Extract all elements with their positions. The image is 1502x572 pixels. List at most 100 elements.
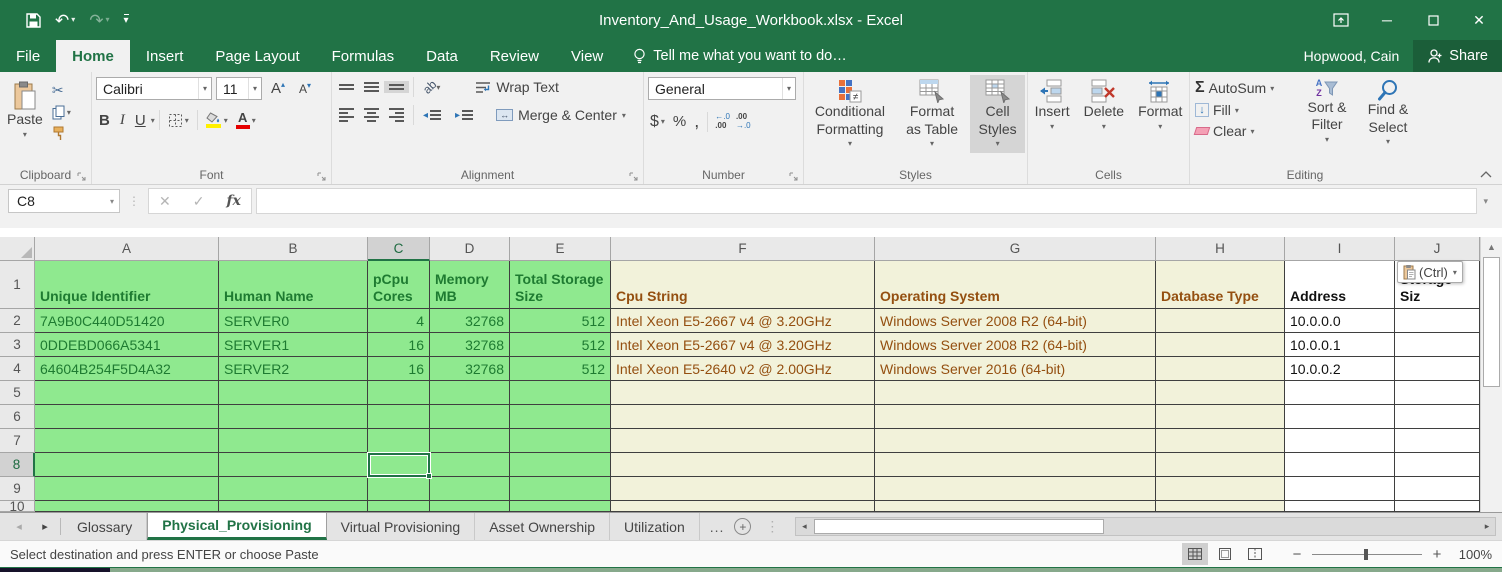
sheet-tab-asset-ownership[interactable]: Asset Ownership [475,513,610,540]
cell-h5[interactable] [1156,381,1285,405]
page-break-preview-button[interactable] [1242,543,1268,565]
zoom-slider-thumb[interactable] [1364,549,1368,560]
column-header-g[interactable]: G [875,237,1156,261]
ribbon-display-options-button[interactable] [1318,0,1364,40]
select-all-corner[interactable] [0,237,35,261]
cell-j7[interactable] [1395,429,1480,453]
cell-c8[interactable] [368,453,430,477]
alignment-dialog-launcher[interactable] [629,172,638,181]
cell-e8[interactable] [510,453,611,477]
ribbon-tab-data[interactable]: Data [410,40,474,72]
cancel-entry-button[interactable]: ✕ [159,193,171,210]
cell-h9[interactable] [1156,477,1285,501]
autosum-button[interactable]: ΣAutoSum▾ [1192,78,1296,98]
cell-j9[interactable] [1395,477,1480,501]
cell-b8[interactable] [219,453,368,477]
sheet-tab-utilization[interactable]: Utilization [610,513,700,540]
cell-g1[interactable]: Operating System [875,261,1156,309]
normal-view-button[interactable] [1182,543,1208,565]
cell-e1[interactable]: Total Storage Size [510,261,611,309]
cell-j5[interactable] [1395,381,1480,405]
format-as-table-button[interactable]: Format as Table ▾ [896,75,968,153]
increase-indent-button[interactable]: ▸ [450,107,482,124]
find-select-button[interactable]: Find & Select ▾ [1358,75,1418,151]
cell-a6[interactable] [35,405,219,429]
cell-i4[interactable]: 10.0.0.2 [1285,357,1395,381]
cell-d10[interactable] [430,501,510,512]
sheet-nav-right-arrow[interactable]: ▸ [32,513,58,540]
cell-d2[interactable]: 32768 [430,309,510,333]
conditional-formatting-button[interactable]: ≠ Conditional Formatting ▾ [806,75,894,153]
cell-d4[interactable]: 32768 [430,357,510,381]
column-header-i[interactable]: I [1285,237,1395,261]
maximize-button[interactable] [1410,0,1456,40]
cell-d9[interactable] [430,477,510,501]
cell-e3[interactable]: 512 [510,333,611,357]
cell-i9[interactable] [1285,477,1395,501]
cell-e2[interactable]: 512 [510,309,611,333]
cell-i10[interactable] [1285,501,1395,512]
undo-button[interactable]: ↶▾ [55,12,75,29]
cell-e7[interactable] [510,429,611,453]
cell-a2[interactable]: 7A9B0C440D51420 [35,309,219,333]
merge-center-button[interactable]: ↔ Merge & Center ▾ [492,105,630,125]
sheet-tab-glossary[interactable]: Glossary [63,513,147,540]
cell-j4[interactable] [1395,357,1480,381]
cell-styles-button[interactable]: Cell Styles ▾ [970,75,1025,153]
increase-font-size-button[interactable]: A▴ [266,78,290,99]
cell-c5[interactable] [368,381,430,405]
cell-d3[interactable]: 32768 [430,333,510,357]
ribbon-tab-review[interactable]: Review [474,40,555,72]
top-align-button[interactable] [334,81,359,93]
column-header-f[interactable]: F [611,237,875,261]
redo-button[interactable]: ↷▾ [89,12,109,29]
font-name-select[interactable]: Calibri▾ [96,77,212,100]
zoom-slider[interactable] [1312,554,1422,555]
scroll-up-arrow[interactable]: ▲ [1481,237,1502,256]
horizontal-scrollbar-thumb[interactable] [814,519,1104,534]
collapse-ribbon-button[interactable] [1480,171,1492,178]
cell-d8[interactable] [430,453,510,477]
cell-d1[interactable]: Memory MB [430,261,510,309]
column-header-e[interactable]: E [510,237,611,261]
cut-button[interactable]: ✂ [48,79,75,102]
cell-f4[interactable]: Intel Xeon E5-2640 v2 @ 2.00GHz [611,357,875,381]
cell-b2[interactable]: SERVER0 [219,309,368,333]
decrease-indent-button[interactable]: ◂ [418,107,450,124]
ribbon-tab-page-layout[interactable]: Page Layout [199,40,315,72]
cell-i2[interactable]: 10.0.0.0 [1285,309,1395,333]
row-header-2[interactable]: 2 [0,309,35,333]
insert-function-button[interactable]: fx [226,193,240,209]
cell-i8[interactable] [1285,453,1395,477]
accounting-format-button[interactable]: $▾ [646,110,669,134]
cell-h6[interactable] [1156,405,1285,429]
cell-c3[interactable]: 16 [368,333,430,357]
cell-a8[interactable] [35,453,219,477]
bottom-align-button[interactable] [384,81,409,93]
decrease-font-size-button[interactable]: A▾ [294,79,316,98]
cell-a3[interactable]: 0DDEBD066A5341 [35,333,219,357]
cell-d7[interactable] [430,429,510,453]
ribbon-tab-formulas[interactable]: Formulas [316,40,411,72]
decrease-decimal-button[interactable]: .00→.0 [733,113,754,131]
expand-formula-bar-button[interactable]: ▾ [1477,196,1494,207]
sheet-tab-physical-provisioning[interactable]: Physical_Provisioning [147,513,326,540]
zoom-in-button[interactable]: + [1430,546,1444,563]
clear-button[interactable]: Clear▾ [1192,122,1296,140]
row-header-4[interactable]: 4 [0,357,35,381]
row-header-5[interactable]: 5 [0,381,35,405]
name-box[interactable]: C8 ▾ [8,189,120,213]
column-header-b[interactable]: B [219,237,368,261]
cell-g8[interactable] [875,453,1156,477]
cell-g10[interactable] [875,501,1156,512]
cell-f8[interactable] [611,453,875,477]
number-format-select[interactable]: General▾ [648,77,796,100]
increase-decimal-button[interactable]: ←.0.00 [712,113,733,131]
cell-h1[interactable]: Database Type [1156,261,1285,309]
font-color-button[interactable]: A ▾ [232,108,260,132]
cell-g5[interactable] [875,381,1156,405]
paste-button[interactable]: Paste ▾ [2,75,48,144]
italic-button[interactable]: I [115,110,130,131]
cell-g4[interactable]: Windows Server 2016 (64-bit) [875,357,1156,381]
cell-h2[interactable] [1156,309,1285,333]
